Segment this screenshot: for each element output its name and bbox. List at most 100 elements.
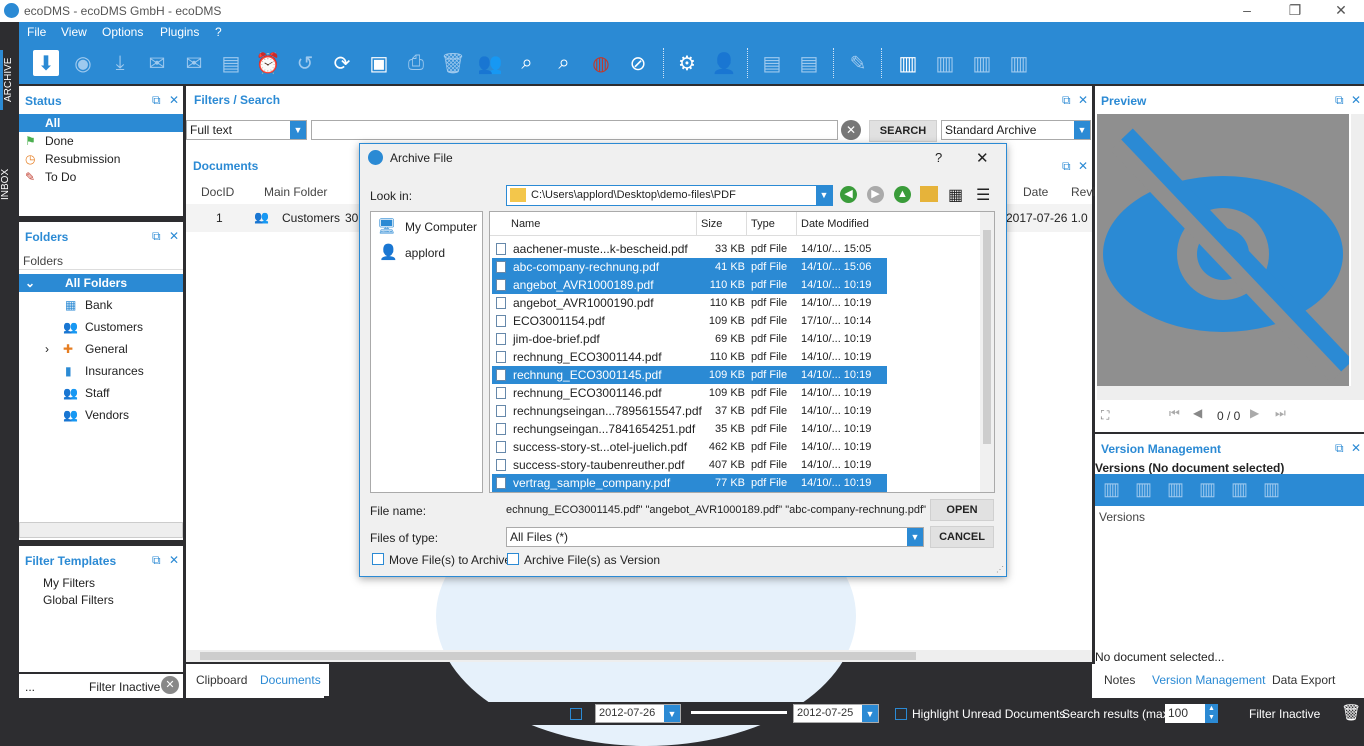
- file-name-input[interactable]: echnung_ECO3001145.pdf" "angebot_AVR1000…: [506, 500, 926, 520]
- fit-icon[interactable]: ⛶: [1101, 408, 1109, 423]
- horizontal-scrollbar[interactable]: [1097, 386, 1364, 400]
- resize-grip-icon[interactable]: ⋰: [996, 565, 1004, 574]
- file-row[interactable]: rechnungseingan...7895615547.pdf 37 KB pdf…: [492, 402, 887, 420]
- folder-general[interactable]: › ✚ General: [19, 340, 183, 358]
- close-icon[interactable]: ✕: [169, 553, 179, 567]
- place-applord[interactable]: 👤 applord: [375, 243, 479, 263]
- clipboard-icon[interactable]: ▤: [218, 50, 244, 76]
- chevron-down-icon[interactable]: ⌄: [25, 274, 35, 292]
- look-in-select[interactable]: C:\Users\applord\Desktop\demo-files\PDF …: [506, 185, 833, 206]
- detail-view-icon[interactable]: ☰: [976, 185, 990, 205]
- file-row[interactable]: vertrag_sample_company.pdf 77 KB pdf File 1…: [492, 474, 887, 492]
- folder-staff[interactable]: 👥 Staff: [19, 384, 183, 402]
- column-name[interactable]: Name: [511, 218, 540, 230]
- date-filter-checkbox[interactable]: [570, 708, 582, 720]
- file-row[interactable]: aachener-muste...k-bescheid.pdf 33 KB pdf …: [492, 240, 887, 258]
- zoom-folder-icon[interactable]: ⌕: [551, 50, 577, 76]
- back-icon[interactable]: ◀: [840, 186, 857, 203]
- monitor-refresh-icon[interactable]: ▣: [366, 50, 392, 76]
- last-page-icon[interactable]: ⏭: [1275, 406, 1286, 421]
- archive-as-version-checkbox[interactable]: [507, 553, 519, 565]
- file-row[interactable]: success-story-taubenreuther.pdf 407 KB pdf…: [492, 456, 887, 474]
- date-from-field[interactable]: 2012-07-26 ▼: [595, 704, 681, 723]
- open-button[interactable]: OPEN: [930, 499, 994, 521]
- status-resubmission[interactable]: ◷ Resubmission: [19, 150, 183, 168]
- filter-global-filters[interactable]: Global Filters: [19, 591, 183, 609]
- close-icon[interactable]: ✕: [169, 93, 179, 107]
- tab-notes[interactable]: Notes: [1096, 664, 1143, 696]
- column-date[interactable]: Date: [1023, 185, 1048, 199]
- doc-add-icon[interactable]: ▥: [1167, 479, 1184, 500]
- download-icon[interactable]: ⤓: [107, 50, 133, 76]
- settings-icon[interactable]: ⚙: [674, 50, 700, 76]
- column-main-folder[interactable]: Main Folder: [264, 185, 327, 199]
- column-revision[interactable]: Revi: [1071, 185, 1095, 199]
- doc-barcode-icon[interactable]: ▥: [895, 50, 921, 76]
- date-to-field[interactable]: 2012-07-25 ▼: [793, 704, 879, 723]
- first-page-icon[interactable]: ⏮: [1169, 406, 1180, 421]
- file-row[interactable]: rechnung_ECO3001145.pdf 109 KB pdf File 14/…: [492, 366, 887, 384]
- undock-icon[interactable]: ⧉: [152, 93, 161, 108]
- mail-icon[interactable]: ✉: [144, 50, 170, 76]
- minimize-button[interactable]: –: [1224, 0, 1270, 22]
- results-spinner[interactable]: ▲ ▼: [1205, 704, 1218, 723]
- close-icon[interactable]: ✕: [169, 229, 179, 243]
- file-row[interactable]: angebot_AVR1000189.pdf 110 KB pdf File 14/1…: [492, 276, 887, 294]
- doc-down-icon[interactable]: ▥: [1199, 479, 1216, 500]
- file-row[interactable]: abc-company-rechnung.pdf 41 KB pdf File 14/…: [492, 258, 887, 276]
- column-docid[interactable]: DocID: [201, 185, 234, 199]
- doc-split-icon[interactable]: ▥: [932, 50, 958, 76]
- users-icon[interactable]: 👥: [477, 50, 503, 76]
- doc-settings-icon[interactable]: ▥: [1231, 479, 1248, 500]
- place-my-computer[interactable]: 🖥 My Computer: [375, 217, 479, 237]
- close-icon[interactable]: ✕: [1078, 93, 1088, 107]
- vertical-scrollbar[interactable]: [980, 212, 994, 492]
- menu-help[interactable]: ?: [215, 25, 222, 39]
- undock-icon[interactable]: ⧉: [152, 553, 161, 568]
- folder-vendors[interactable]: 👥 Vendors: [19, 406, 183, 424]
- file-row[interactable]: ECO3001154.pdf 109 KB pdf File 17/10/... 10…: [492, 312, 887, 330]
- date-slider[interactable]: [691, 711, 787, 714]
- help-button[interactable]: ?: [935, 150, 942, 165]
- highlight-checkbox[interactable]: [895, 708, 907, 720]
- file-row[interactable]: rechungseingan...7841654251.pdf 35 KB pdf …: [492, 420, 887, 438]
- search-input[interactable]: [311, 120, 838, 140]
- doc-icon[interactable]: ▥: [1103, 479, 1120, 500]
- trash-icon[interactable]: 🗑: [1341, 703, 1361, 723]
- archive-select[interactable]: Standard Archive ▼: [941, 120, 1091, 140]
- undock-icon[interactable]: ⧉: [1062, 93, 1071, 108]
- clear-filter-icon[interactable]: ✕: [161, 676, 179, 694]
- results-input[interactable]: 100: [1165, 704, 1205, 723]
- doc-settings-icon[interactable]: ▥: [969, 50, 995, 76]
- folder-customers[interactable]: 👥 Customers: [19, 318, 183, 336]
- status-all[interactable]: All: [19, 114, 183, 132]
- status-todo[interactable]: ✎ To Do: [19, 168, 183, 186]
- alarm-icon[interactable]: ⏰: [255, 50, 281, 76]
- file-row[interactable]: jim-doe-brief.pdf 69 KB pdf File 14/10/... …: [492, 330, 887, 348]
- undock-icon[interactable]: ⧉: [1062, 159, 1071, 174]
- chevron-right-icon[interactable]: ›: [45, 340, 49, 358]
- template-icon[interactable]: ▤: [759, 50, 785, 76]
- search-button[interactable]: SEARCH: [869, 120, 937, 142]
- menu-view[interactable]: View: [61, 25, 87, 39]
- pdf-lock-icon[interactable]: ◍: [588, 50, 614, 76]
- user-settings-icon[interactable]: 👤: [711, 50, 737, 76]
- block-icon[interactable]: ⊘: [625, 50, 651, 76]
- column-date-modified[interactable]: Date Modified: [801, 218, 869, 230]
- edit-icon[interactable]: ✎: [845, 50, 871, 76]
- clear-search-icon[interactable]: ✕: [841, 120, 861, 140]
- status-done[interactable]: ⚑ Done: [19, 132, 183, 150]
- menu-plugins[interactable]: Plugins: [160, 25, 199, 39]
- folder-bank[interactable]: ▦ Bank: [19, 296, 183, 314]
- doc-link-icon[interactable]: ▥: [1006, 50, 1032, 76]
- close-icon[interactable]: ✕: [1078, 159, 1088, 173]
- file-row[interactable]: success-story-st...otel-juelich.pdf 462 K…: [492, 438, 887, 456]
- close-icon[interactable]: ✕: [1351, 441, 1361, 455]
- horizontal-scrollbar[interactable]: [19, 522, 183, 538]
- tab-version-management[interactable]: Version Management: [1144, 664, 1273, 696]
- folder-insurances[interactable]: ▮ Insurances: [19, 362, 183, 380]
- mail-forward-icon[interactable]: ✉: [181, 50, 207, 76]
- print-icon[interactable]: ⎙: [403, 50, 429, 76]
- filter-my-filters[interactable]: My Filters: [19, 574, 183, 592]
- list-view-icon[interactable]: ▦: [948, 185, 963, 205]
